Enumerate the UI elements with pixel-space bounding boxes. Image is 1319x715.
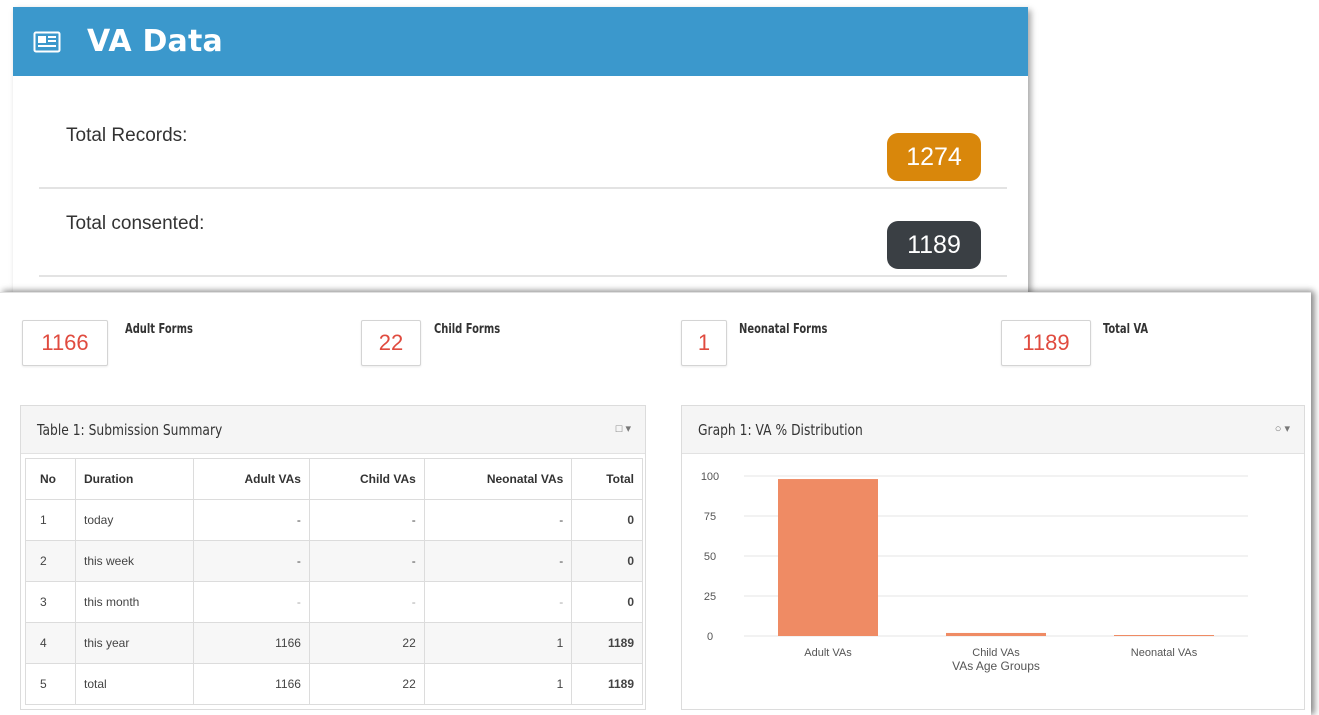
table-cell: - bbox=[423, 499, 573, 541]
bar bbox=[1114, 635, 1214, 636]
column-header: Total bbox=[571, 458, 643, 500]
table-row: 4 this year 1166 22 1 1189 bbox=[25, 622, 643, 664]
column-header: Child VAs bbox=[308, 458, 425, 500]
table-cell: - bbox=[193, 499, 310, 541]
stat-value: 1189 bbox=[1001, 320, 1091, 366]
y-tick-label: 50 bbox=[704, 551, 716, 563]
table-cell: - bbox=[308, 499, 425, 541]
submission-summary-table: No Duration Adult VAs Child VAs Neonatal… bbox=[25, 458, 643, 705]
total-consented-row: Total consented: 1189 bbox=[39, 189, 1007, 277]
stat-value: 22 bbox=[361, 320, 421, 366]
widget-title: Table 1: Submission Summary bbox=[37, 421, 223, 439]
table-cell: total bbox=[75, 663, 194, 705]
table-row: 5 total 1166 22 1 1189 bbox=[25, 663, 643, 705]
stat-value: 1 bbox=[681, 320, 727, 366]
table-cell: 1 bbox=[423, 622, 573, 664]
total-records-label: Total Records: bbox=[66, 125, 188, 146]
stat-label: Child Forms bbox=[434, 322, 501, 337]
table-cell: 1166 bbox=[193, 663, 310, 705]
va-data-panel: VA Data Total Records: 1274 Total consen… bbox=[13, 7, 1028, 307]
va-data-header: VA Data bbox=[13, 7, 1028, 76]
bar bbox=[778, 479, 878, 636]
page-title: VA Data bbox=[87, 24, 223, 59]
table-cell: 22 bbox=[308, 663, 425, 705]
table-row: 1 today - - - 0 bbox=[25, 499, 643, 541]
table-cell: - bbox=[423, 581, 573, 623]
table-cell: 22 bbox=[308, 622, 425, 664]
column-header: Neonatal VAs bbox=[423, 458, 573, 500]
table-cell: 1 bbox=[423, 663, 573, 705]
table-cell: 2 bbox=[25, 540, 76, 582]
table-cell: - bbox=[193, 581, 310, 623]
column-header: No bbox=[25, 458, 76, 500]
x-tick-label: Child VAs bbox=[972, 647, 1020, 659]
x-tick-label: Adult VAs bbox=[804, 647, 852, 659]
widget-header: Table 1: Submission Summary □ ▾ bbox=[21, 406, 645, 454]
submission-summary-widget: Table 1: Submission Summary □ ▾ No Durat… bbox=[20, 405, 646, 710]
table-cell: this week bbox=[75, 540, 194, 582]
column-header: Adult VAs bbox=[193, 458, 310, 500]
table-cell: - bbox=[193, 540, 310, 582]
total-records-badge: 1274 bbox=[887, 133, 981, 181]
y-tick-label: 75 bbox=[704, 511, 716, 523]
table-cell: 1189 bbox=[571, 622, 643, 664]
y-tick-label: 0 bbox=[707, 631, 713, 643]
widget-menu-button[interactable]: □ ▾ bbox=[616, 422, 631, 435]
total-consented-badge: 1189 bbox=[887, 221, 981, 269]
widget-header: Graph 1: VA % Distribution ○ ▾ bbox=[682, 406, 1304, 454]
table-cell: 1166 bbox=[193, 622, 310, 664]
x-axis-label: VAs Age Groups bbox=[952, 659, 1040, 673]
table-cell: 3 bbox=[25, 581, 76, 623]
table-cell: this month bbox=[75, 581, 194, 623]
stat-label: Adult Forms bbox=[125, 322, 193, 337]
stat-value: 1166 bbox=[22, 320, 108, 366]
table-row: 3 this month - - - 0 bbox=[25, 581, 643, 623]
table-cell: this year bbox=[75, 622, 194, 664]
x-tick-label: Neonatal VAs bbox=[1131, 647, 1198, 659]
column-header: Duration bbox=[75, 458, 194, 500]
y-tick-label: 25 bbox=[704, 591, 716, 603]
table-cell: 4 bbox=[25, 622, 76, 664]
table-cell: 1189 bbox=[571, 663, 643, 705]
table-cell: 1 bbox=[25, 499, 76, 541]
widget-menu-button[interactable]: ○ ▾ bbox=[1275, 422, 1290, 435]
table-cell: - bbox=[308, 581, 425, 623]
newspaper-icon bbox=[33, 31, 61, 53]
stat-label: Total VA bbox=[1103, 322, 1149, 337]
total-consented-label: Total consented: bbox=[66, 213, 205, 234]
table-cell: 0 bbox=[571, 581, 643, 623]
widget-title: Graph 1: VA % Distribution bbox=[698, 421, 863, 439]
table-cell: 0 bbox=[571, 499, 643, 541]
table-header-row: No Duration Adult VAs Child VAs Neonatal… bbox=[25, 458, 643, 500]
stat-label: Neonatal Forms bbox=[739, 322, 828, 337]
va-distribution-chart: 100 75 50 25 0 Adult VAs Child VAs Neonatal VAs… bbox=[701, 471, 1248, 673]
table-cell: - bbox=[308, 540, 425, 582]
table-cell: - bbox=[423, 540, 573, 582]
table-row: 2 this week - - - 0 bbox=[25, 540, 643, 582]
y-tick-label: 100 bbox=[701, 471, 719, 483]
va-distribution-widget: Graph 1: VA % Distribution ○ ▾ 100 75 50 25… bbox=[681, 405, 1305, 710]
dashboard-panel: 1166 Adult Forms 22 Child Forms 1 Neonat… bbox=[0, 292, 1311, 715]
bar bbox=[946, 632, 1046, 636]
total-records-row: Total Records: 1274 bbox=[39, 101, 1007, 189]
table-cell: today bbox=[75, 499, 194, 541]
table-cell: 5 bbox=[25, 663, 76, 705]
table-cell: 0 bbox=[571, 540, 643, 582]
